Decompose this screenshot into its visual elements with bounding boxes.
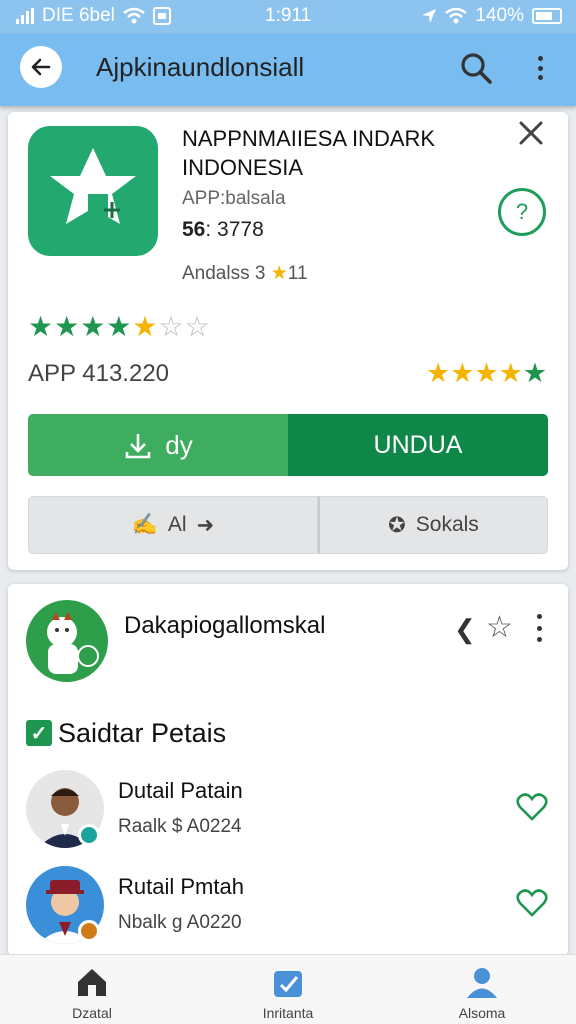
favorite-button[interactable]: ☆ (486, 610, 513, 645)
heart-icon[interactable] (516, 792, 548, 822)
download-icon (125, 434, 151, 459)
heart-icon[interactable] (516, 888, 548, 918)
battery-icon (532, 8, 562, 24)
secondary-rating-stars: ★★★★★ (426, 358, 548, 388)
status-badge (78, 920, 100, 942)
star-full-icon: ★★★★ (28, 311, 133, 342)
star-icon: ★ (270, 263, 288, 284)
download-button[interactable]: dy (28, 414, 288, 476)
app-version: APP 413.220 (28, 360, 169, 388)
size-prefix: 56 (182, 218, 206, 241)
app-icon[interactable] (28, 126, 158, 256)
mascot-icon (47, 612, 99, 674)
size-value: : 3778 (205, 218, 264, 241)
nav-label: Dzatal (72, 1005, 112, 1021)
version-label: APP (28, 360, 76, 387)
status-left: DIE 6bel (16, 5, 171, 27)
nav-label: Inritanta (262, 1005, 314, 1021)
person-name: Rutail Pmtah (118, 874, 244, 899)
arrow-right-icon: ➜ (196, 513, 215, 537)
wifi-icon (123, 7, 145, 24)
list-item[interactable]: Dutail Patain Raalk $ A0224 (26, 770, 548, 852)
app-android: Andalss 3 ★11 (182, 262, 308, 285)
refresh-icon: ? (515, 199, 529, 224)
signal-icon (16, 8, 34, 24)
close-button[interactable] (518, 120, 544, 154)
star-house-icon (50, 148, 136, 224)
search-icon (461, 53, 492, 84)
wishlist-label: Sokals (415, 513, 479, 536)
star-outline-icon: ✪ (388, 513, 406, 537)
profile-icon (467, 968, 497, 998)
thumb-icon: ✍ (131, 513, 158, 536)
rating-stars: ★★★★★☆☆ (28, 310, 211, 343)
share-app-label: Al (167, 513, 187, 536)
app-name: NAPPNMAIIESA INDARK INDONESIA (182, 126, 436, 180)
share-icon: ❮ (454, 614, 476, 644)
app-developer: APP:balsala (182, 188, 286, 209)
version-value: 413.220 (82, 360, 170, 387)
close-icon (519, 121, 543, 145)
share-app-button[interactable]: ✍ Al ➜ (28, 496, 318, 554)
checkbox[interactable]: ✓ (26, 720, 52, 746)
share-button[interactable]: ❮ (454, 614, 476, 645)
update-button[interactable]: ? (498, 188, 546, 236)
nav-item-updates[interactable]: Inritanta (228, 965, 348, 1021)
search-button[interactable] (458, 50, 494, 86)
person-sub: Raalk $ A0224 (118, 816, 242, 837)
install-button[interactable]: UNDUA (288, 414, 548, 476)
star-outline-icon: ☆ (486, 611, 513, 644)
android-label: Andalss 3 (182, 263, 266, 284)
star-half-icon: ★ (132, 311, 159, 342)
android-suffix: 11 (287, 263, 308, 284)
wishlist-button[interactable]: ✪ Sokals (318, 496, 548, 554)
battery-percent: 140% (475, 5, 524, 26)
section-title: Saidtar Petais (58, 718, 227, 748)
clock: 1:911 (265, 5, 312, 26)
developer-more-button[interactable] (534, 614, 544, 642)
download-label: dy (165, 429, 193, 460)
app-card: NAPPNMAIIESA INDARK INDONESIA APP:balsal… (8, 112, 568, 570)
status-badge (78, 824, 100, 846)
updates-icon (274, 971, 302, 997)
location-icon (422, 9, 437, 23)
star-empty-icon: ☆☆ (158, 311, 211, 342)
developer-name: Dakapiogallomskal (124, 612, 326, 639)
back-button[interactable] (20, 46, 62, 88)
developer-card: Dakapiogallomskal ❮ ☆ ✓ Saidtar Petais D… (8, 584, 568, 956)
nav-label: Alsoma (458, 1005, 506, 1021)
app-size: 56: 3778 (182, 218, 264, 242)
person-sub: Nbalk g A0220 (118, 912, 242, 933)
home-icon (78, 969, 106, 996)
more-options-button[interactable] (528, 52, 552, 84)
carrier-text: DIE 6bel (42, 5, 115, 26)
bottom-nav: Dzatal Inritanta Alsoma (0, 954, 576, 1024)
notification-icon (152, 7, 171, 25)
wifi-icon-right (445, 7, 468, 24)
developer-avatar[interactable] (26, 600, 108, 682)
list-item[interactable]: Rutail Pmtah Nbalk g A0220 (26, 866, 548, 948)
page-title: Ajpkinaundlonsiall (96, 52, 305, 82)
app-bar: Ajpkinaundlonsiall (0, 34, 576, 106)
nav-item-profile[interactable]: Alsoma (422, 965, 542, 1021)
back-arrow-icon (31, 58, 51, 76)
nav-item-home[interactable]: Dzatal (32, 965, 152, 1021)
status-bar: DIE 6bel 1:911 140% (0, 0, 576, 34)
status-right: 140% (421, 5, 562, 27)
person-name: Dutail Patain (118, 778, 243, 803)
